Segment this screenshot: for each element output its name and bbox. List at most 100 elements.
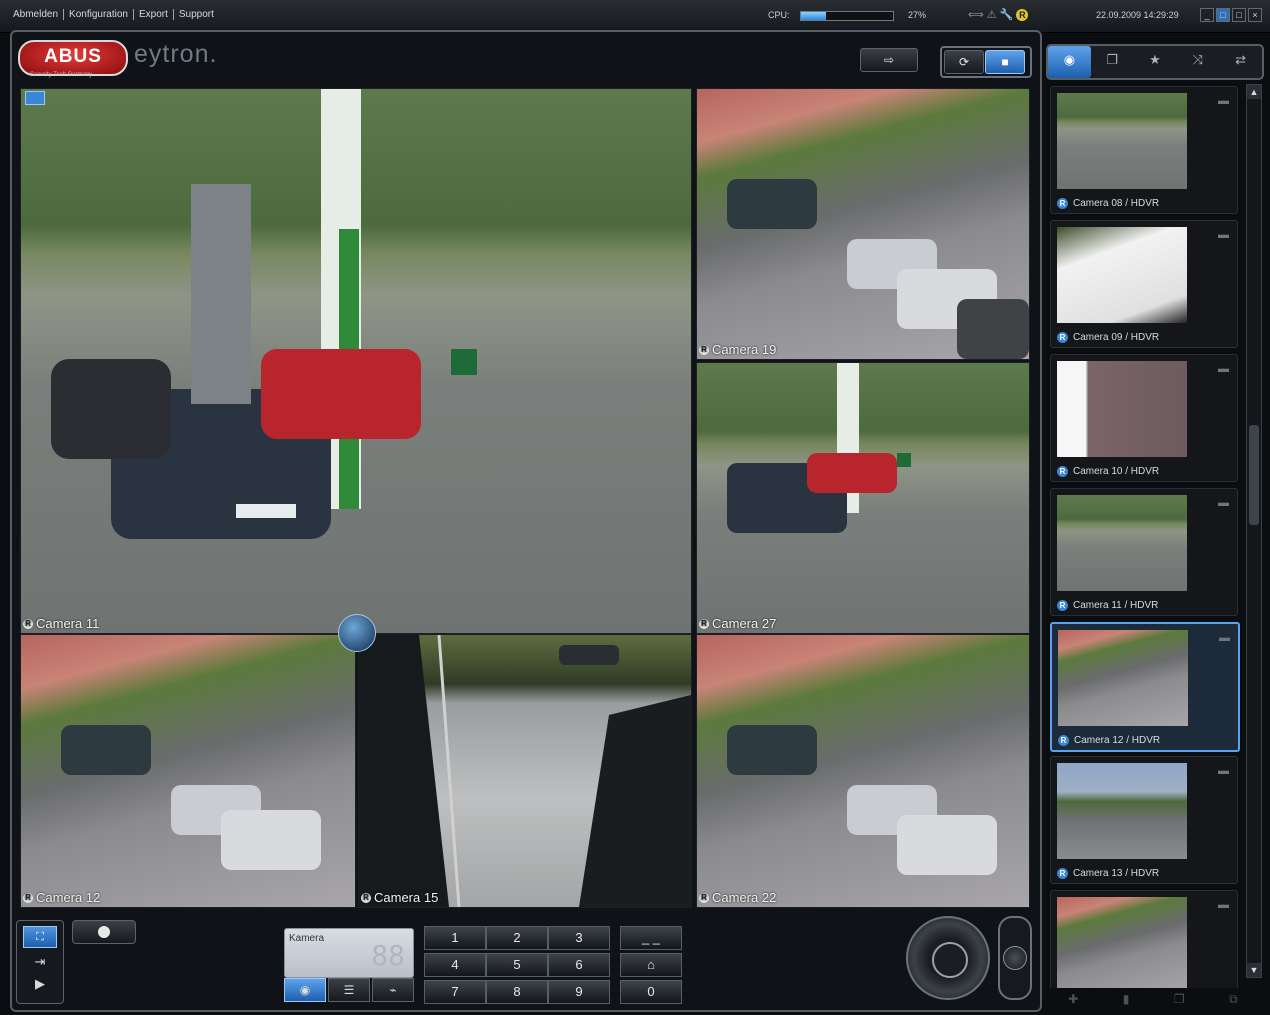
camera-list-scrollbar[interactable]: ▲ ▼ xyxy=(1246,84,1262,978)
zoom-slider-handle[interactable] xyxy=(1003,946,1027,970)
tab-layouts[interactable]: ❐ xyxy=(1091,46,1134,78)
camera-number-display: Kamera 88 xyxy=(284,928,414,978)
key-2[interactable]: 2 xyxy=(486,926,548,950)
key-8[interactable]: 8 xyxy=(486,980,548,1004)
zoom-slider[interactable] xyxy=(998,916,1032,1000)
list-item[interactable]: ▬ R Camera 08 / HDVR xyxy=(1050,86,1238,214)
camera-tile-12[interactable]: R Camera 12 xyxy=(20,634,356,908)
footer-doc-icon[interactable]: ▮ xyxy=(1123,988,1130,1010)
layers-tab-icon: ❐ xyxy=(1106,52,1119,67)
settings-icon[interactable]: ▬ xyxy=(1218,363,1229,375)
export-button[interactable]: ⇨ xyxy=(860,48,918,72)
record-badge: R xyxy=(23,892,33,903)
list-item-caption: R Camera 08 / HDVR xyxy=(1057,198,1159,209)
key-3[interactable]: 3 xyxy=(548,926,610,950)
key-5[interactable]: 5 xyxy=(486,953,548,977)
settings-icon[interactable]: ▬ xyxy=(1218,497,1229,509)
camera-label-text: Camera 12 xyxy=(36,890,101,905)
settings-icon[interactable]: ▬ xyxy=(1219,632,1230,644)
key-dash[interactable]: _ _ xyxy=(620,926,682,950)
maximize-button[interactable]: □ xyxy=(1232,8,1246,22)
tab-swap[interactable]: ⇄ xyxy=(1219,46,1262,78)
product-name: eytron. xyxy=(134,40,218,68)
list-icon: ☰ xyxy=(343,983,355,997)
camera-thumbnail xyxy=(1057,763,1187,859)
key-7[interactable]: 7 xyxy=(424,980,486,1004)
close-button[interactable]: × xyxy=(1248,8,1262,22)
scroll-up-icon[interactable]: ▲ xyxy=(1247,85,1261,99)
list-item-caption: R Camera 12 / HDVR xyxy=(1058,735,1160,746)
wrench-icon: 🔧 xyxy=(999,9,1017,21)
list-item[interactable]: ▬ R Camera 10 / HDVR xyxy=(1050,354,1238,482)
tile-menu-icon[interactable] xyxy=(25,91,45,105)
settings-icon[interactable]: ▬ xyxy=(1218,899,1229,911)
camera-tile-11[interactable]: R Camera 11 xyxy=(20,88,692,634)
menu-configuration[interactable]: Konfiguration xyxy=(64,9,134,20)
settings-icon[interactable]: ▬ xyxy=(1218,765,1229,777)
minimize-button[interactable]: _ xyxy=(1200,8,1214,22)
list-item-caption: R Camera 09 / HDVR xyxy=(1057,332,1159,343)
menu-export[interactable]: Export xyxy=(133,9,174,20)
list-mode-button[interactable]: ☰ xyxy=(328,978,370,1002)
camera-tile-22[interactable]: R Camera 22 xyxy=(696,634,1030,908)
camera-thumbnail xyxy=(1057,361,1187,457)
settings-icon[interactable]: ▬ xyxy=(1218,95,1229,107)
scroll-down-icon[interactable]: ▼ xyxy=(1247,963,1261,977)
menu-support[interactable]: Support xyxy=(174,9,219,20)
home-key[interactable]: ⌂ xyxy=(620,953,682,977)
list-item-caption: R Camera 10 / HDVR xyxy=(1057,466,1159,477)
record-icon xyxy=(98,926,110,938)
camera-tile-27[interactable]: R Camera 27 xyxy=(696,362,1030,634)
key-0[interactable]: 0 xyxy=(620,980,682,1004)
list-item-label: Camera 11 / HDVR xyxy=(1073,600,1159,611)
list-item[interactable]: ▬ R Camera 13 / HDVR xyxy=(1050,756,1238,884)
record-button[interactable] xyxy=(72,920,136,944)
footer-add-icon[interactable]: ✚ xyxy=(1068,988,1078,1010)
list-item-label: Camera 13 / HDVR xyxy=(1073,868,1160,879)
fullscreen-button[interactable]: ⛶ xyxy=(23,926,57,948)
record-badge: R xyxy=(699,618,709,629)
camera-feed-drawing xyxy=(727,179,1029,359)
list-item[interactable]: ▬ R Camera 09 / HDVR xyxy=(1050,220,1238,348)
key-4[interactable]: 4 xyxy=(424,953,486,977)
footer-copy-icon[interactable]: ⧉ xyxy=(1229,988,1238,1010)
settings-icon[interactable]: ▬ xyxy=(1218,229,1229,241)
camera-mode-button[interactable]: ◉ xyxy=(284,978,326,1002)
stop-button[interactable]: ■ xyxy=(985,50,1025,74)
list-item-label: Camera 09 / HDVR xyxy=(1073,332,1160,343)
sequence-tab-icon: ⤨ xyxy=(1192,52,1203,67)
key-6[interactable]: 6 xyxy=(548,953,610,977)
mode-buttons: ◉ ☰ ⌁ xyxy=(284,978,414,1002)
camera-list: ▬ R Camera 08 / HDVR ▬ R Camera 09 / HDVR … xyxy=(1046,84,1240,988)
list-item[interactable]: ▬ R Camera 11 / HDVR xyxy=(1050,488,1238,616)
sequence-play-icon[interactable]: ⇥ xyxy=(17,954,63,970)
footer-window-icon[interactable]: ❐ xyxy=(1174,988,1185,1010)
grid-resize-handle[interactable] xyxy=(338,614,376,652)
camera-thumbnail xyxy=(1057,897,1187,988)
cpu-label: CPU: xyxy=(768,10,790,20)
refresh-icon: ⟳ xyxy=(958,55,970,69)
camera-tile-19[interactable]: R Camera 19 xyxy=(696,88,1030,360)
ptz-mode-button[interactable]: ⌁ xyxy=(372,978,414,1002)
status-icons: ⟺⚠🔧 R xyxy=(968,8,1029,21)
refresh-button[interactable]: ⟳ xyxy=(944,50,984,74)
camera-label: R Camera 19 xyxy=(699,342,776,357)
camera-tile-15[interactable]: R Camera 15 xyxy=(358,634,692,908)
tab-cameras[interactable]: ◉ xyxy=(1048,46,1091,78)
ptz-center[interactable] xyxy=(932,942,968,978)
warning-icon: ⚠ xyxy=(986,9,1000,21)
list-item-selected[interactable]: ▬ R Camera 12 / HDVR xyxy=(1050,622,1240,752)
record-badge: R xyxy=(1057,600,1068,611)
tab-sequences[interactable]: ⤨ xyxy=(1176,46,1219,78)
layout-button[interactable]: □ xyxy=(1216,8,1230,22)
list-item[interactable]: ▬ xyxy=(1050,890,1238,988)
key-9[interactable]: 9 xyxy=(548,980,610,1004)
menu-logout[interactable]: Abmelden xyxy=(8,9,65,20)
favorites-tab-icon: ★ xyxy=(1149,52,1161,67)
scroll-thumb[interactable] xyxy=(1249,425,1259,525)
tab-favorites[interactable]: ★ xyxy=(1134,46,1177,78)
ptz-joystick[interactable] xyxy=(906,916,990,1000)
key-1[interactable]: 1 xyxy=(424,926,486,950)
export-icon: ⇨ xyxy=(883,53,895,67)
play-icon[interactable]: ▶ xyxy=(17,976,63,992)
